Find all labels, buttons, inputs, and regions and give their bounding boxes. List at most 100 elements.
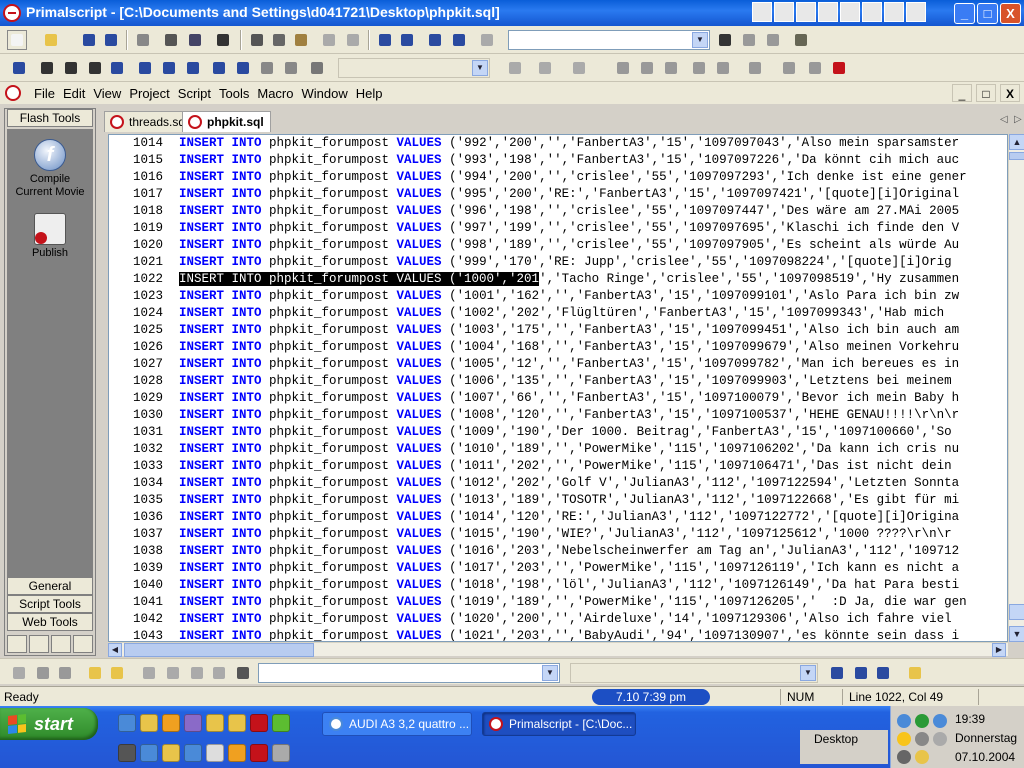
publish-tool[interactable]: Publish [7,213,93,259]
address-combo[interactable]: ▼ [258,663,560,683]
redo-icon[interactable] [344,31,362,49]
code-line[interactable]: 1040 INSERT INTO phpkit_forumpost VALUES … [109,577,1007,594]
view-icon[interactable] [29,635,49,653]
scroll-thumb-lower[interactable] [1009,604,1024,620]
menu-project[interactable]: Project [125,86,173,101]
code-line[interactable]: 1024 INSERT INTO phpkit_forumpost VALUES … [109,305,1007,322]
code-line[interactable]: 1036 INSERT INTO phpkit_forumpost VALUES … [109,509,1007,526]
view-icon[interactable] [7,635,27,653]
copy-icon[interactable] [270,31,288,49]
doc-minimize-button[interactable]: _ [952,84,972,102]
abc-icon[interactable] [62,59,80,77]
app-tray-icon[interactable] [933,732,947,746]
app-icon[interactable] [272,714,290,732]
code-editor[interactable]: 1014 INSERT INTO phpkit_forumpost VALUES … [108,134,1008,642]
undo-icon[interactable] [320,31,338,49]
scroll-thumb[interactable] [1009,152,1024,160]
app-icon[interactable] [162,714,180,732]
app-tray-icon[interactable] [915,750,929,764]
network-icon[interactable] [897,714,911,728]
new-file-icon[interactable] [7,30,27,50]
clear-bookmarks-icon[interactable] [282,59,300,77]
code-line[interactable]: 1027 INSERT INTO phpkit_forumpost VALUES … [109,356,1007,373]
folder-icon[interactable] [162,744,180,762]
menu-tools[interactable]: Tools [215,86,253,101]
down-arrow-icon[interactable] [56,664,74,682]
code-line[interactable]: 1037 INSERT INTO phpkit_forumpost VALUES … [109,526,1007,543]
save-all-icon[interactable] [102,31,120,49]
compile-current-movie-tool[interactable]: f Compile Current Movie [7,139,93,199]
window-tile-icon[interactable] [160,59,178,77]
folder-icon[interactable] [140,714,158,732]
breakpoint-icon[interactable] [780,59,798,77]
step-out-icon[interactable] [746,59,764,77]
step-over-icon[interactable] [714,59,732,77]
folder-icon[interactable] [206,714,224,732]
exclamation-icon[interactable] [536,59,554,77]
stop-icon[interactable] [830,59,848,77]
wand-icon[interactable] [258,59,276,77]
display-icon[interactable] [897,750,911,764]
app-icon[interactable] [206,744,224,762]
indent-icon[interactable] [398,31,416,49]
help-icon[interactable] [214,31,232,49]
code-line[interactable]: 1017 INSERT INTO phpkit_forumpost VALUES … [109,186,1007,203]
ie-icon[interactable] [118,714,136,732]
task-audi-a3[interactable]: AUDI A3 3,2 quattro ... [322,712,472,736]
sort-icon[interactable] [108,664,126,682]
view-icon[interactable] [73,635,93,653]
system-icon[interactable] [862,2,882,22]
close-button[interactable]: X [1000,3,1021,24]
replace-icon[interactable] [792,31,810,49]
code-line[interactable]: 1039 INSERT INTO phpkit_forumpost VALUES … [109,560,1007,577]
app-icon[interactable] [184,744,202,762]
bug-icon[interactable] [638,59,656,77]
code-line[interactable]: 1028 INSERT INTO phpkit_forumpost VALUES … [109,373,1007,390]
chevron-down-icon[interactable]: ▼ [472,60,488,76]
jump-icon[interactable] [478,31,496,49]
tab-phpkit-sql[interactable]: phpkit.sql [182,111,271,132]
code-line[interactable]: 1018 INSERT INTO phpkit_forumpost VALUES … [109,203,1007,220]
paste-icon[interactable] [292,31,310,49]
back-icon[interactable] [140,664,158,682]
desktop-toolbar[interactable]: Desktop [800,730,888,764]
menu-window[interactable]: Window [298,86,352,101]
pilcrow-icon[interactable] [38,59,56,77]
step-into-icon[interactable] [690,59,708,77]
output-icon[interactable] [10,664,28,682]
tab-scroll-left-icon[interactable]: ◁ [1000,114,1008,125]
system-icon[interactable] [818,2,838,22]
code-line[interactable]: 1041 INSERT INTO phpkit_forumpost VALUES … [109,594,1007,611]
tab-scroll-right-icon[interactable]: ▷ [1014,114,1022,125]
code-line[interactable]: 1015 INSERT INTO phpkit_forumpost VALUES … [109,152,1007,169]
code-line[interactable]: 1035 INSERT INTO phpkit_forumpost VALUES … [109,492,1007,509]
clock-time[interactable]: 19:39 [955,712,985,726]
maximize-button[interactable]: □ [977,3,998,24]
panel-tab-web-tools[interactable]: Web Tools [7,613,93,631]
expand-icon[interactable] [506,59,524,77]
system-icon[interactable] [840,2,860,22]
ruler-icon[interactable] [86,59,104,77]
system-icon[interactable] [774,2,794,22]
find-prev-icon[interactable] [764,31,782,49]
filter-icon[interactable] [86,664,104,682]
binoculars-icon[interactable] [716,31,734,49]
code-line[interactable]: 1022 INSERT INTO phpkit_forumpost VALUES … [109,271,1007,288]
comment-icon[interactable] [450,31,468,49]
horizontal-scrollbar[interactable]: ◀ ▶ [108,642,1008,657]
outdent-icon[interactable] [376,31,394,49]
menu-file[interactable]: File [30,86,59,101]
forward-icon[interactable] [164,664,182,682]
app-icon[interactable] [250,714,268,732]
code-line[interactable]: 1016 INSERT INTO phpkit_forumpost VALUES … [109,169,1007,186]
code-line[interactable]: 1025 INSERT INTO phpkit_forumpost VALUES … [109,322,1007,339]
code-line[interactable]: 1042 INSERT INTO phpkit_forumpost VALUES … [109,611,1007,628]
stop-nav-icon[interactable] [188,664,206,682]
code-line[interactable]: 1043 INSERT INTO phpkit_forumpost VALUES … [109,628,1007,641]
app-icon[interactable] [250,744,268,762]
document-icon[interactable] [5,85,21,101]
open-folder-icon[interactable] [42,31,60,49]
watch-icon[interactable] [806,59,824,77]
code-line[interactable]: 1029 INSERT INTO phpkit_forumpost VALUES … [109,390,1007,407]
chevron-down-icon[interactable]: ▼ [800,665,816,681]
